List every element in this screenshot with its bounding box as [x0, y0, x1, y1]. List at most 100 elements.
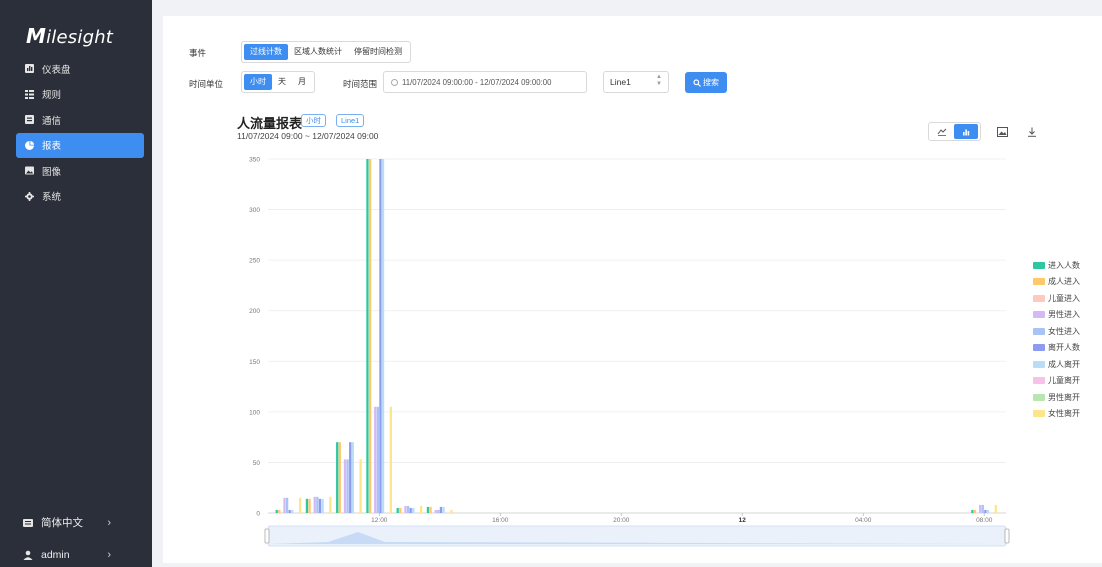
- sidebar: Milesight 仪表盘 规则 通信 报表 图像 系统 简体中文 › admi…: [0, 0, 152, 567]
- chart-bar: [434, 509, 437, 513]
- chart-bar: [376, 406, 379, 513]
- chart-bar: [437, 509, 440, 513]
- legend-item[interactable]: 成人离开: [1033, 356, 1080, 373]
- chart-bar: [979, 504, 982, 513]
- legend-label: 儿童离开: [1048, 376, 1080, 386]
- chart-bar: [343, 459, 347, 513]
- sidebar-item-label: 规则: [42, 90, 62, 102]
- chart-bar: [305, 498, 309, 513]
- chart-bar: [426, 506, 430, 513]
- legend-item[interactable]: 儿童离开: [1033, 373, 1080, 390]
- bar-chart: 0 50 100 150 200 250 300 350 12:00 16:00 20:00 12 04…: [249, 157, 1010, 547]
- y-tick-label: 300: [249, 207, 260, 214]
- y-tick-label: 0: [256, 511, 260, 518]
- legend-swatch: [1033, 360, 1045, 368]
- legend-swatch: [1033, 311, 1045, 319]
- chart-bar: [389, 406, 392, 513]
- user-menu[interactable]: admin ›: [22, 549, 117, 561]
- chevron-right-icon: ›: [107, 516, 111, 529]
- legend-label: 成人离开: [1048, 359, 1080, 369]
- language-label: 简体中文: [41, 517, 83, 529]
- y-tick-label: 250: [249, 258, 260, 265]
- report-icon: [24, 140, 34, 150]
- x-tick-label: 12:00: [371, 517, 388, 524]
- dashboard-icon: [24, 64, 34, 74]
- legend-item[interactable]: 男性离开: [1033, 389, 1080, 406]
- chart-bar: [349, 442, 352, 513]
- chart-bar: [318, 498, 322, 513]
- chart-bar: [316, 496, 319, 513]
- chart-bar: [442, 506, 445, 513]
- rules-icon: [24, 89, 34, 99]
- legend-swatch: [1033, 410, 1045, 418]
- gear-icon: [24, 191, 34, 201]
- main-panel: 事件 过线计数 区域人数统计 停留时间检测 时间单位 小时 天 月 时间范围 1…: [163, 16, 1102, 563]
- legend-item[interactable]: 成人进入: [1033, 274, 1080, 291]
- chart-bar: [285, 497, 289, 513]
- legend-item[interactable]: 女性离开: [1033, 406, 1080, 423]
- sidebar-item-dashboard[interactable]: 仪表盘: [16, 56, 144, 82]
- x-tick-label: 12: [739, 517, 747, 524]
- chevron-right-icon: ›: [107, 549, 111, 561]
- legend-label: 男性离开: [1048, 392, 1080, 402]
- chart-bar: [406, 505, 410, 513]
- brand-logo: Milesight: [26, 24, 114, 48]
- chart-bar: [994, 504, 997, 513]
- sidebar-item-image[interactable]: 图像: [16, 158, 144, 184]
- chart-bar: [450, 509, 453, 513]
- chart-bar: [278, 509, 281, 513]
- legend-item[interactable]: 离开人数: [1033, 340, 1080, 357]
- y-tick-label: 100: [249, 409, 260, 416]
- communication-icon: [24, 115, 34, 125]
- legend-swatch: [1033, 261, 1045, 269]
- sidebar-item-rules[interactable]: 规则: [16, 82, 144, 108]
- legend-label: 女性离开: [1048, 409, 1080, 419]
- legend-swatch: [1033, 377, 1045, 385]
- chart-bar: [275, 509, 278, 513]
- legend-label: 女性进入: [1048, 326, 1080, 336]
- chart-bar: [359, 459, 362, 513]
- sidebar-item-label: 系统: [42, 192, 62, 204]
- chart-bar: [419, 505, 423, 513]
- sidebar-nav: 仪表盘 规则 通信 报表 图像 系统: [16, 56, 144, 209]
- chart-bar: [971, 509, 974, 513]
- sidebar-item-label: 报表: [42, 141, 62, 153]
- legend-swatch: [1033, 278, 1045, 286]
- legend-label: 进入人数: [1048, 260, 1080, 270]
- chart-bar: [291, 509, 294, 513]
- chart-bar: [366, 159, 369, 513]
- y-tick-label: 200: [249, 308, 260, 315]
- chart-bar: [374, 406, 377, 513]
- legend-item[interactable]: 儿童进入: [1033, 290, 1080, 307]
- chart-bar: [984, 509, 987, 513]
- legend-swatch: [1033, 393, 1045, 401]
- chart-bar: [329, 496, 332, 513]
- sidebar-item-label: 仪表盘: [42, 64, 71, 76]
- chart-bar: [298, 497, 302, 513]
- sidebar-item-label: 图像: [42, 166, 62, 178]
- chart-bar: [336, 442, 339, 513]
- sidebar-item-communication[interactable]: 通信: [16, 107, 144, 133]
- legend-label: 儿童进入: [1048, 293, 1080, 303]
- chart-bar: [429, 506, 432, 513]
- chart-bar: [404, 505, 407, 513]
- sidebar-item-report[interactable]: 报表: [16, 132, 144, 158]
- x-tick-label: 20:00: [613, 517, 630, 524]
- legend-label: 离开人数: [1048, 343, 1080, 353]
- legend-item[interactable]: 女性进入: [1033, 323, 1080, 340]
- legend-item[interactable]: 男性进入: [1033, 307, 1080, 324]
- legend-swatch: [1033, 344, 1045, 352]
- chart-bar: [338, 442, 341, 513]
- legend-label: 成人进入: [1048, 277, 1080, 287]
- chart-bar: [351, 442, 354, 513]
- legend-swatch: [1033, 327, 1045, 335]
- y-tick-label: 150: [249, 359, 260, 366]
- chart-bar: [288, 509, 291, 513]
- legend-item[interactable]: 进入人数: [1033, 257, 1080, 274]
- chart-bar: [321, 498, 324, 513]
- sidebar-item-system[interactable]: 系统: [16, 184, 144, 210]
- language-switcher[interactable]: 简体中文 ›: [22, 515, 117, 530]
- data-zoom-handle-right: [1004, 528, 1010, 544]
- chart-bar: [308, 498, 311, 513]
- chart-bar: [973, 509, 977, 513]
